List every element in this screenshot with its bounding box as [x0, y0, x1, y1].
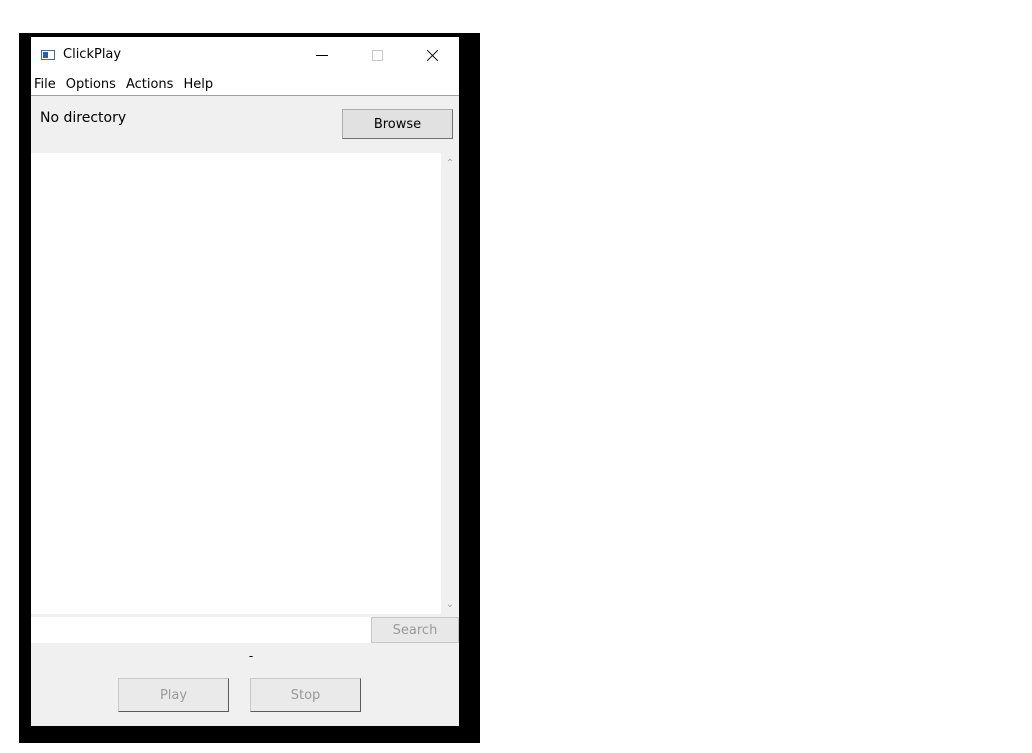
- minimize-button[interactable]: [299, 37, 345, 73]
- menu-bar: File Options Actions Help: [31, 73, 459, 95]
- menu-options[interactable]: Options: [66, 77, 123, 92]
- maximize-button[interactable]: [354, 37, 400, 73]
- status-label: -: [248, 649, 254, 663]
- maximize-icon: [371, 49, 383, 61]
- menu-actions[interactable]: Actions: [126, 77, 181, 92]
- window-title: ClickPlay: [63, 47, 122, 62]
- app-window-icon: [41, 50, 55, 60]
- minimize-icon: [316, 54, 328, 56]
- close-button[interactable]: [409, 37, 455, 73]
- app-window: ClickPlay File Options Actions Help No d…: [31, 37, 459, 726]
- search-input[interactable]: [31, 617, 371, 643]
- title-bar[interactable]: ClickPlay: [31, 37, 459, 73]
- scroll-down-icon[interactable]: ⌄: [441, 596, 459, 612]
- search-button[interactable]: Search: [371, 617, 459, 643]
- menu-help[interactable]: Help: [183, 77, 220, 92]
- browse-button[interactable]: Browse: [342, 109, 453, 139]
- scroll-up-icon[interactable]: ⌃: [441, 155, 459, 171]
- play-button[interactable]: Play: [118, 678, 229, 712]
- file-list[interactable]: [31, 153, 441, 614]
- directory-label: No directory: [40, 110, 127, 126]
- close-icon: [426, 49, 439, 62]
- menu-divider: [31, 95, 459, 96]
- file-list-scrollbar[interactable]: ⌃ ⌄: [441, 153, 459, 614]
- menu-file[interactable]: File: [34, 77, 63, 92]
- stop-button[interactable]: Stop: [250, 678, 361, 712]
